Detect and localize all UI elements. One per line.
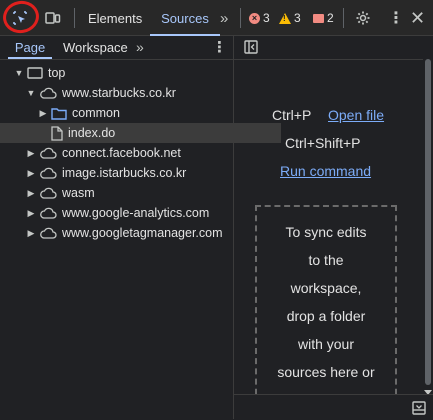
issues-count-badge[interactable]: 2 [313, 0, 334, 36]
collapsed-arrow-icon: ▶ [27, 227, 35, 238]
vertical-scrollbar[interactable] [423, 59, 433, 395]
tree-item-label: top [48, 66, 66, 80]
collapsed-arrow-icon: ▶ [27, 167, 35, 178]
cloud-icon [40, 207, 57, 219]
navigator-menu-button[interactable]: ⋮ [212, 36, 227, 58]
cloud-icon [40, 147, 57, 159]
open-file-shortcut: Ctrl+P [272, 107, 312, 123]
scrollbar-thumb[interactable] [425, 59, 431, 385]
tree-item-label: www.google-analytics.com [62, 206, 210, 220]
tree-item-label: wasm [62, 186, 95, 200]
error-count: 3 [263, 11, 270, 25]
toggle-debugger-button[interactable] [412, 401, 426, 418]
device-toolbar-button[interactable] [42, 0, 64, 36]
run-command-shortcut: Ctrl+Shift+P [285, 135, 361, 151]
toggle-navigator-button[interactable] [244, 40, 258, 57]
drop-text-line: sources here or [277, 364, 375, 380]
navigator-panel: Page Workspace » ⋮ ▼ top ▼ www.starbucks… [0, 36, 281, 419]
tree-item-domain[interactable]: ▶ connect.facebook.net [0, 143, 259, 163]
collapsed-arrow-icon: ▶ [27, 207, 35, 218]
tree-item-domain[interactable]: ▶ wasm [0, 183, 259, 203]
expanded-arrow-icon: ▼ [14, 68, 24, 78]
toolbar-divider [343, 8, 344, 28]
collapsed-arrow-icon: ▶ [27, 147, 35, 158]
tab-page[interactable]: Page [8, 36, 52, 59]
close-icon: ✕ [410, 7, 426, 28]
tree-item-label: connect.facebook.net [62, 146, 181, 160]
open-file-link[interactable]: Open file [328, 107, 384, 123]
toolbar-divider [240, 8, 241, 28]
tree-item-domain[interactable]: ▶ www.googletagmanager.com [0, 223, 259, 243]
cloud-icon [40, 87, 57, 99]
tree-item-folder[interactable]: ▶ common [0, 103, 271, 123]
kebab-icon: ⋮ [388, 10, 404, 27]
expanded-arrow-icon: ▼ [26, 88, 36, 98]
run-command-link[interactable]: Run command [280, 163, 371, 179]
warning-count-badge[interactable]: ! 3 [279, 0, 301, 36]
tree-item-domain[interactable]: ▶ image.istarbucks.co.kr [0, 163, 259, 183]
kebab-icon: ⋮ [212, 39, 227, 56]
tree-item-label: common [72, 106, 120, 120]
tree-item-label: index.do [68, 126, 116, 140]
folder-icon [51, 107, 67, 120]
drop-text-line: workspace, [290, 280, 362, 296]
warning-icon: ! [279, 12, 291, 24]
issues-count: 2 [327, 11, 334, 25]
editor-bottom-bar [234, 394, 433, 420]
close-devtools-button[interactable]: ✕ [410, 0, 425, 36]
issues-icon [313, 13, 324, 23]
collapsed-arrow-icon: ▶ [39, 107, 47, 118]
workspace-drop-zone[interactable]: To sync edits to the workspace, drop a f… [255, 205, 397, 405]
tree-item-domain[interactable]: ▼ www.starbucks.co.kr [0, 83, 259, 103]
more-navigator-tabs[interactable]: » [136, 36, 144, 58]
warning-count: 3 [294, 11, 301, 25]
more-tabs-button[interactable]: » [220, 0, 228, 36]
drop-text-line: to the [308, 252, 344, 268]
collapsed-arrow-icon: ▶ [27, 187, 35, 198]
gear-icon [356, 11, 370, 25]
tree-item-label: www.googletagmanager.com [62, 226, 223, 240]
tree-item-label: www.starbucks.co.kr [62, 86, 176, 100]
customize-menu-button[interactable]: ⋮ [388, 0, 404, 36]
file-icon [51, 125, 63, 141]
cloud-icon [40, 167, 57, 179]
tree-item-domain[interactable]: ▶ www.google-analytics.com [0, 203, 259, 223]
editor-toolbar [234, 36, 433, 60]
device-toolbar-icon [45, 12, 61, 24]
navigator-tabs: Page Workspace » ⋮ [0, 36, 233, 60]
drop-text-line: To sync edits [285, 224, 367, 240]
frame-icon [27, 67, 43, 79]
panel-bottom-icon [412, 401, 426, 415]
tree-item-top[interactable]: ▼ top [0, 63, 247, 83]
tab-workspace[interactable]: Workspace [63, 36, 128, 58]
sidebar-toggle-icon [244, 40, 258, 54]
settings-button[interactable] [355, 0, 371, 36]
error-count-badge[interactable]: × 3 [249, 0, 270, 36]
error-icon: × [249, 12, 260, 24]
editor-panel: Ctrl+P Open file Ctrl+Shift+P Run comman… [234, 36, 433, 420]
devtools-toolbar: Elements Sources » × 3 ! 3 2 ⋮ ✕ [0, 0, 433, 36]
tree-item-label: image.istarbucks.co.kr [62, 166, 187, 180]
cloud-icon [40, 227, 57, 239]
toolbar-divider [74, 8, 75, 28]
tab-sources[interactable]: Sources [150, 0, 220, 36]
drop-text-line: drop a folder [286, 308, 366, 324]
drop-text-line: with your [297, 336, 355, 352]
cloud-icon [40, 187, 57, 199]
tab-elements[interactable]: Elements [88, 0, 142, 36]
